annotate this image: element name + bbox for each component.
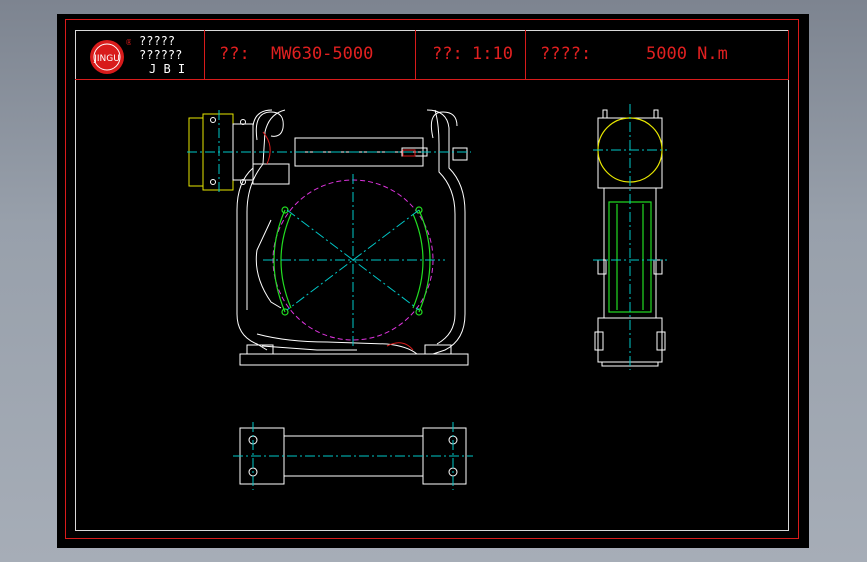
side-bolt-right [653,259,663,275]
front-right-shoe-outer [418,209,431,313]
side-motor-tab [653,109,659,119]
front-bolt [210,179,216,185]
front-brake-shoes [273,206,431,316]
front-motor-details [210,117,290,185]
front-red-details [262,131,416,351]
front-red-rod [402,149,416,157]
front-lower-linkage-2 [261,345,357,351]
front-left-hook [255,111,284,141]
front-left-shoe-inner [280,213,292,309]
drawing-canvas: JINGU ® ????? ?????? J B I ??: MW630-500… [57,14,809,548]
front-linkage-block [252,163,290,185]
front-right-arm-inner [434,109,456,345]
front-right-shoe-inner [412,213,424,309]
front-centerlines [187,110,471,346]
top-centerlines [233,422,473,490]
side-bolt-left [597,259,607,275]
front-right-arm [426,109,466,355]
side-lower-bolt-right [656,331,666,351]
front-left-shoe-outer [273,209,286,313]
brake-drawing [187,104,667,490]
front-bolt [210,117,216,123]
front-base-plate [239,353,469,366]
side-motor-tab [602,109,608,119]
front-right-nut [452,147,468,161]
side-lower-bolt-left [594,331,604,351]
